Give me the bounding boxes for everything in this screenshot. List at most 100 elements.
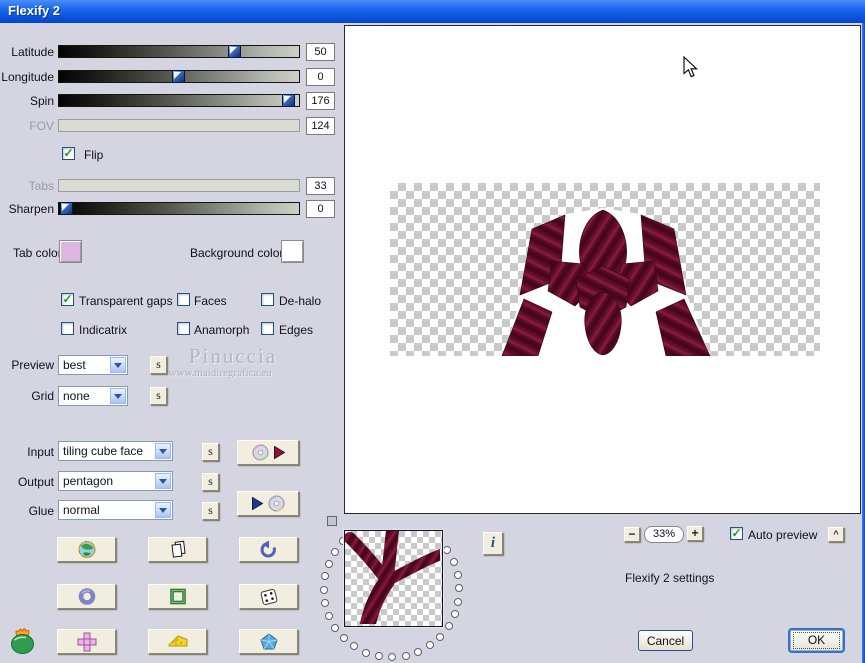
dial-dot[interactable]: [414, 647, 423, 656]
zoom-level[interactable]: 33%: [644, 526, 684, 543]
dial-dot[interactable]: [436, 632, 445, 641]
copy-button[interactable]: [148, 537, 207, 562]
dial-dot[interactable]: [319, 585, 328, 594]
dial-dot[interactable]: [401, 652, 410, 661]
frame-button[interactable]: [148, 584, 207, 609]
spin-slider-row: Spin 176: [0, 92, 340, 110]
dial-dot[interactable]: [455, 584, 464, 593]
faces-checkbox[interactable]: [177, 293, 190, 306]
undo-button[interactable]: [239, 537, 298, 562]
spin-slider[interactable]: [58, 94, 300, 107]
dial-dot[interactable]: [443, 546, 452, 555]
dial-dot[interactable]: [320, 572, 329, 581]
dial-dot[interactable]: [449, 558, 458, 567]
dial-dot[interactable]: [324, 559, 333, 568]
indicatrix-label: Indicatrix: [79, 323, 128, 337]
collapse-button[interactable]: ^: [828, 527, 844, 542]
dial-dot[interactable]: [320, 599, 329, 608]
dial-dot[interactable]: [362, 648, 371, 657]
background-color-swatch[interactable]: [281, 240, 304, 263]
dial-dot[interactable]: [450, 610, 459, 619]
dial-dot[interactable]: [426, 641, 435, 650]
output-shuffle-button[interactable]: s: [202, 473, 219, 491]
ok-button[interactable]: OK: [788, 628, 845, 653]
tab-color-label: Tab color: [13, 246, 62, 260]
anamorph-checkbox[interactable]: [177, 322, 190, 335]
input-select-value: tiling cube face: [63, 444, 144, 458]
dial-dot[interactable]: [454, 597, 463, 606]
grid-select[interactable]: none: [58, 386, 128, 406]
dial-dot[interactable]: [374, 652, 383, 661]
tab-color-swatch[interactable]: [59, 240, 82, 263]
cube-net-button[interactable]: [57, 629, 116, 654]
zoom-in-button[interactable]: +: [687, 526, 703, 541]
random-button[interactable]: [239, 584, 298, 609]
output-select[interactable]: pentagon: [58, 471, 173, 491]
tabs-slider-row: Tabs 33: [0, 177, 340, 195]
title-bar[interactable]: Flexify 2: [0, 0, 865, 23]
spin-slider-thumb[interactable]: [282, 94, 295, 107]
grid-shuffle-button[interactable]: s: [150, 387, 167, 405]
edges-label: Edges: [279, 323, 314, 337]
cheese-button[interactable]: [148, 629, 207, 654]
input-select[interactable]: tiling cube face: [58, 441, 173, 461]
latitude-value[interactable]: 50: [306, 43, 335, 61]
dice-icon: [260, 588, 277, 605]
dial-dot[interactable]: [350, 642, 359, 651]
copy-icon: [170, 540, 186, 558]
indicatrix-checkbox[interactable]: [61, 322, 74, 335]
tabs-value[interactable]: 33: [306, 177, 335, 195]
sharpen-slider-thumb[interactable]: [60, 202, 73, 215]
chevron-down-icon[interactable]: [110, 388, 126, 404]
dial-dot[interactable]: [324, 611, 333, 620]
dial-dot[interactable]: [331, 623, 340, 632]
input-select-label: Input: [27, 445, 54, 459]
background-color-label: Background color: [190, 246, 284, 260]
dial-dot[interactable]: [453, 570, 462, 579]
longitude-slider-row: Longitude 0: [0, 68, 340, 86]
dial-dot[interactable]: [444, 622, 453, 631]
tabs-label: Tabs: [28, 179, 54, 193]
auto-preview-checkbox[interactable]: ✓: [730, 527, 743, 540]
zoom-out-button[interactable]: −: [624, 527, 640, 542]
load-settings-button[interactable]: [237, 440, 299, 465]
dial-handle[interactable]: [327, 516, 337, 526]
chevron-down-icon[interactable]: [155, 502, 171, 518]
fov-value[interactable]: 124: [306, 117, 335, 135]
source-thumbnail[interactable]: [344, 519, 448, 636]
longitude-label: Longitude: [1, 70, 54, 84]
preview-panel[interactable]: [344, 25, 861, 514]
dial-dot[interactable]: [330, 547, 339, 556]
watermark-url: www.maidiregrafica.eu: [168, 367, 272, 379]
transparent-gaps-checkbox[interactable]: ✓: [61, 293, 74, 306]
sharpen-value[interactable]: 0: [306, 200, 335, 218]
latitude-slider-thumb[interactable]: [228, 45, 241, 58]
pentagon-button[interactable]: [239, 629, 298, 654]
chevron-down-icon[interactable]: [155, 473, 171, 489]
dial-dot[interactable]: [388, 653, 397, 662]
spin-value[interactable]: 176: [306, 92, 335, 110]
longitude-value[interactable]: 0: [306, 68, 335, 86]
latitude-slider[interactable]: [58, 45, 300, 58]
cancel-button[interactable]: Cancel: [638, 630, 693, 651]
flip-checkbox[interactable]: ✓: [62, 147, 75, 160]
dial-dot[interactable]: [339, 633, 348, 642]
chevron-down-icon[interactable]: [110, 357, 126, 373]
info-button[interactable]: i: [483, 532, 503, 555]
glue-shuffle-button[interactable]: s: [202, 502, 219, 520]
planet-button[interactable]: [57, 537, 116, 562]
sharpen-slider[interactable]: [58, 202, 300, 215]
cd-icon: [268, 495, 284, 512]
edges-checkbox[interactable]: [261, 322, 274, 335]
ring-button[interactable]: [57, 584, 116, 609]
preview-select[interactable]: best: [58, 355, 128, 375]
longitude-slider-thumb[interactable]: [172, 70, 185, 83]
save-settings-button[interactable]: [237, 491, 299, 516]
input-shuffle-button[interactable]: s: [202, 443, 219, 461]
longitude-slider[interactable]: [58, 70, 300, 83]
transparent-gaps-label: Transparent gaps: [79, 294, 173, 308]
chevron-down-icon[interactable]: [155, 443, 171, 459]
de-halo-checkbox[interactable]: [261, 293, 274, 306]
preview-select-label: Preview: [11, 358, 54, 372]
glue-select[interactable]: normal: [58, 500, 173, 520]
